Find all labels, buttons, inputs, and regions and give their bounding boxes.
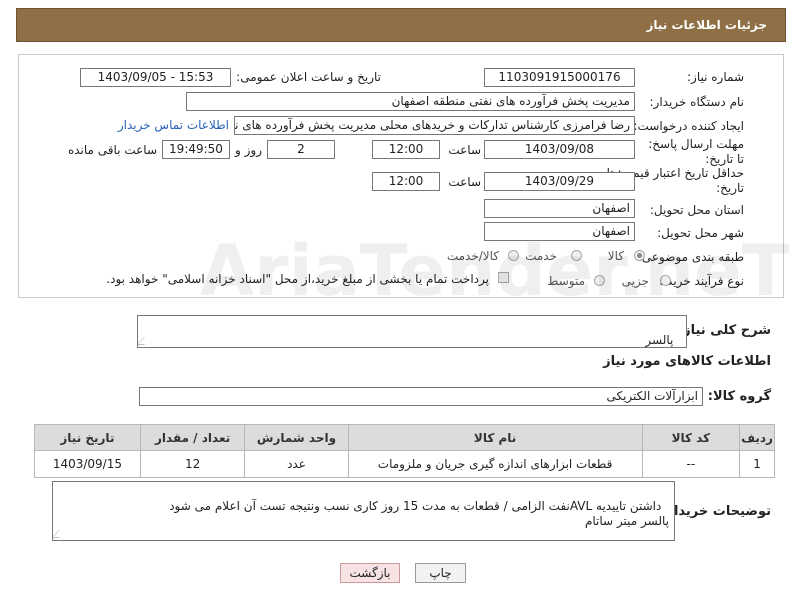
goods-group-field: ابزارآلات الکتریکی [139, 387, 703, 406]
print-button[interactable]: چاپ [415, 563, 466, 583]
goods-section-title: اطلاعات کالاهای مورد نیاز [603, 354, 771, 369]
province-field: اصفهان [484, 199, 635, 218]
col-row-number: ردیف [739, 424, 775, 451]
deadline-time-field: 12:00 [372, 140, 440, 159]
contact-info-link[interactable]: اطلاعات تماس خریدار [118, 118, 229, 132]
deadline-label: مهلت ارسال پاسخ: تا تاریخ: [648, 137, 744, 166]
cell-item-name: قطعات ابزارهای اندازه گیری جریان و ملزوم… [347, 450, 643, 478]
cell-quantity: 12 [139, 450, 246, 478]
deadline-date-field: 1403/09/08 [484, 140, 635, 159]
col-quantity: تعداد / مقدار [139, 424, 246, 451]
validity-time-label: ساعت [448, 175, 481, 189]
col-need-date: تاریخ نیاز [34, 424, 141, 451]
resize-grip-icon[interactable] [138, 337, 152, 345]
col-unit: واحد شمارش [244, 424, 349, 451]
province-label: استان محل تحویل: [649, 203, 744, 217]
col-item-name: نام کالا [347, 424, 643, 451]
cell-unit: عدد [244, 450, 349, 478]
goods-table-header: ردیف کد کالا نام کالا واحد شمارش تعداد /… [34, 424, 775, 451]
creator-label: ایجاد کننده درخواست: [633, 119, 744, 133]
cell-item-code: -- [641, 450, 741, 478]
deadline-time-label: ساعت [448, 143, 481, 157]
goods-group-label: گروه کالا: [707, 389, 771, 404]
resize-grip-icon[interactable] [53, 530, 67, 538]
need-number-field: 1103091915000176 [484, 68, 635, 87]
validity-time-field: 12:00 [372, 172, 440, 191]
back-button[interactable]: بازگشت [340, 563, 400, 583]
cell-need-date: 1403/09/15 [34, 450, 141, 478]
buyer-org-label: نام دستگاه خریدار: [649, 95, 745, 109]
buyer-notes-text: داشتن تاییدیه AVLنفت الزامی / قطعات به م… [169, 499, 669, 528]
time-remaining-label: ساعت باقی مانده [67, 143, 157, 157]
buyer-notes-textarea: داشتن تاییدیه AVLنفت الزامی / قطعات به م… [52, 481, 675, 541]
validity-date-field: 1403/09/29 [484, 172, 635, 191]
days-remaining-field: 2 [267, 140, 335, 159]
summary-label: شرح کلی نیاز: [677, 323, 771, 338]
page-header: جزئیات اطلاعات نیاز [16, 8, 786, 42]
announce-datetime-field: 1403/09/05 - 15:53 [80, 68, 231, 87]
watermark-logo: AriaTender.neT [200, 230, 789, 312]
summary-textarea: پالسر [137, 315, 687, 348]
time-remaining-field: 19:49:50 [162, 140, 230, 159]
summary-text: پالسر [645, 333, 674, 347]
buyer-notes-label: توضیحات خریدار: [661, 504, 771, 519]
goods-table: ردیف کد کالا نام کالا واحد شمارش تعداد /… [34, 424, 775, 478]
creator-field: رضا فرامرزی کارشناس تدارکات و خریدهای مح… [234, 116, 635, 135]
need-number-label: شماره نیاز: [687, 70, 744, 84]
cell-row-number: 1 [739, 450, 775, 478]
days-label: روز و [235, 143, 262, 157]
col-item-code: کد کالا [641, 424, 741, 451]
page-title: جزئیات اطلاعات نیاز [646, 18, 767, 32]
buyer-org-field: مدیریت پخش فرآورده های نفتی منطقه اصفهان [186, 92, 635, 111]
table-row: 1 -- قطعات ابزارهای اندازه گیری جریان و … [34, 450, 775, 478]
announce-label: تاریخ و ساعت اعلان عمومی: [236, 70, 381, 84]
